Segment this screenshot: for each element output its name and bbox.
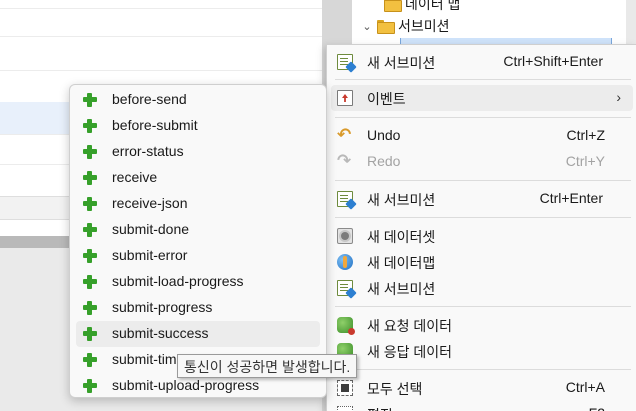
- menu-item-label: 편집: [367, 405, 393, 411]
- dataset-icon: [337, 228, 353, 244]
- menu-item-new-response-data[interactable]: 새 응답 데이터: [331, 338, 633, 364]
- datamap-icon: [337, 254, 353, 270]
- menu-separator: [335, 79, 631, 80]
- tooltip: 통신이 성공하면 발생합니다.: [177, 354, 358, 378]
- submenu-item-before-send[interactable]: before-send: [76, 87, 320, 113]
- submenu-item-label: submit-done: [112, 221, 190, 237]
- add-event-icon: [82, 92, 98, 108]
- add-event-icon: [82, 222, 98, 238]
- menu-item-shortcut: Ctrl+Z: [566, 127, 606, 143]
- submenu-item-before-submit[interactable]: before-submit: [76, 113, 320, 139]
- add-event-icon: [82, 248, 98, 264]
- menu-separator: [335, 117, 631, 118]
- menu-item-redo[interactable]: Redo Ctrl+Y: [331, 149, 633, 175]
- submenu-item-label: before-submit: [112, 117, 198, 133]
- folder-icon: [377, 20, 395, 34]
- new-submission-icon: [337, 54, 353, 70]
- menu-item-label: 새 서브미션: [367, 281, 436, 297]
- edit-icon: [337, 406, 353, 411]
- menu-item-label: Undo: [367, 127, 401, 143]
- chevron-right-icon: ›: [616, 89, 621, 105]
- menu-item-new-submission[interactable]: 새 서브미션 Ctrl+Enter: [331, 186, 633, 212]
- submenu-item-label: receive-json: [112, 195, 188, 211]
- background-row: [0, 70, 330, 71]
- menu-item-label: Redo: [367, 153, 401, 169]
- menu-item-select-all[interactable]: 모두 선택 Ctrl+A: [331, 375, 633, 401]
- add-event-icon: [82, 300, 98, 316]
- redo-icon: [337, 151, 353, 171]
- submenu-item-error-status[interactable]: error-status: [76, 139, 320, 165]
- submenu-item-label: receive: [112, 169, 158, 185]
- undo-icon: [337, 125, 353, 145]
- tree-item-datamap[interactable]: 데이터 맵: [384, 0, 460, 14]
- menu-separator: [335, 306, 631, 307]
- new-submission-icon: [337, 191, 353, 207]
- submenu-item-submit-load-progress[interactable]: submit-load-progress: [76, 269, 320, 295]
- add-event-icon: [82, 352, 98, 368]
- menu-item-undo[interactable]: Undo Ctrl+Z: [331, 123, 633, 149]
- add-event-icon: [82, 274, 98, 290]
- menu-item-new-request-data[interactable]: 새 요청 데이터: [331, 312, 633, 338]
- menu-separator: [335, 180, 631, 181]
- menu-item-label: 새 요청 데이터: [367, 318, 453, 334]
- tree-item-label: 데이터 맵: [405, 0, 461, 12]
- add-event-icon: [82, 170, 98, 186]
- add-event-icon: [82, 378, 98, 394]
- menu-item-edit[interactable]: 편집 F2: [331, 401, 633, 411]
- folder-icon: [384, 0, 402, 12]
- menu-item-shortcut: Ctrl+Y: [565, 153, 605, 169]
- menu-item-event[interactable]: 이벤트 ›: [331, 85, 633, 111]
- menu-item-new-submission-shift[interactable]: 새 서브미션 Ctrl+Shift+Enter: [331, 49, 633, 75]
- event-submenu: before-send before-submit error-status r…: [69, 84, 327, 398]
- tree-scrollbar[interactable]: [626, 0, 636, 46]
- menu-item-shortcut: F2: [589, 405, 605, 411]
- menu-item-shortcut: Ctrl+Shift+Enter: [503, 53, 603, 69]
- request-data-icon: [337, 317, 355, 335]
- add-event-icon: [82, 196, 98, 212]
- menu-item-label: 새 서브미션: [367, 55, 436, 71]
- background-row: [0, 36, 330, 37]
- submenu-item-label: submit-load-progress: [112, 273, 244, 289]
- submenu-item-label: error-status: [112, 143, 184, 159]
- submenu-item-submit-done[interactable]: submit-done: [76, 217, 320, 243]
- submenu-item-label: before-send: [112, 91, 187, 107]
- add-event-icon: [82, 118, 98, 134]
- add-event-icon: [82, 144, 98, 160]
- background-row: [0, 8, 330, 9]
- menu-item-shortcut: Ctrl+A: [565, 379, 605, 395]
- chevron-down-icon[interactable]: ⌄: [362, 20, 372, 33]
- submenu-item-label: submit-progress: [112, 299, 213, 315]
- new-submission-icon: [337, 280, 353, 296]
- submenu-item-receive[interactable]: receive: [76, 165, 320, 191]
- submenu-item-receive-json[interactable]: receive-json: [76, 191, 320, 217]
- select-all-icon: [337, 380, 353, 396]
- submenu-item-label: submit-error: [112, 247, 188, 263]
- context-menu: 새 서브미션 Ctrl+Shift+Enter 이벤트 › Undo Ctrl+…: [326, 44, 636, 411]
- menu-item-shortcut: Ctrl+Enter: [539, 190, 603, 206]
- submenu-item-label: submit-success: [112, 325, 209, 341]
- submenu-item-submit-progress[interactable]: submit-progress: [76, 295, 320, 321]
- menu-item-label: 새 서브미션: [367, 192, 436, 208]
- menu-item-label: 모두 선택: [367, 381, 423, 397]
- event-icon: [337, 90, 353, 106]
- menu-item-label: 새 데이터맵: [367, 255, 436, 271]
- menu-item-label: 새 데이터셋: [367, 229, 436, 245]
- menu-separator: [335, 369, 631, 370]
- tree-item-submission[interactable]: ⌄ 서브미션: [362, 16, 450, 36]
- menu-item-label: 새 응답 데이터: [367, 344, 453, 360]
- menu-item-new-dataset[interactable]: 새 데이터셋: [331, 223, 633, 249]
- submenu-item-submit-success[interactable]: submit-success: [76, 321, 320, 347]
- add-event-icon: [82, 326, 98, 342]
- submenu-item-submit-error[interactable]: submit-error: [76, 243, 320, 269]
- menu-item-new-submission-2[interactable]: 새 서브미션: [331, 275, 633, 301]
- menu-item-label: 이벤트: [367, 91, 406, 107]
- menu-item-new-datamap[interactable]: 새 데이터맵: [331, 249, 633, 275]
- submenu-item-label: submit-upload-progress: [112, 377, 260, 393]
- tree-item-label: 서브미션: [398, 18, 450, 34]
- menu-separator: [335, 217, 631, 218]
